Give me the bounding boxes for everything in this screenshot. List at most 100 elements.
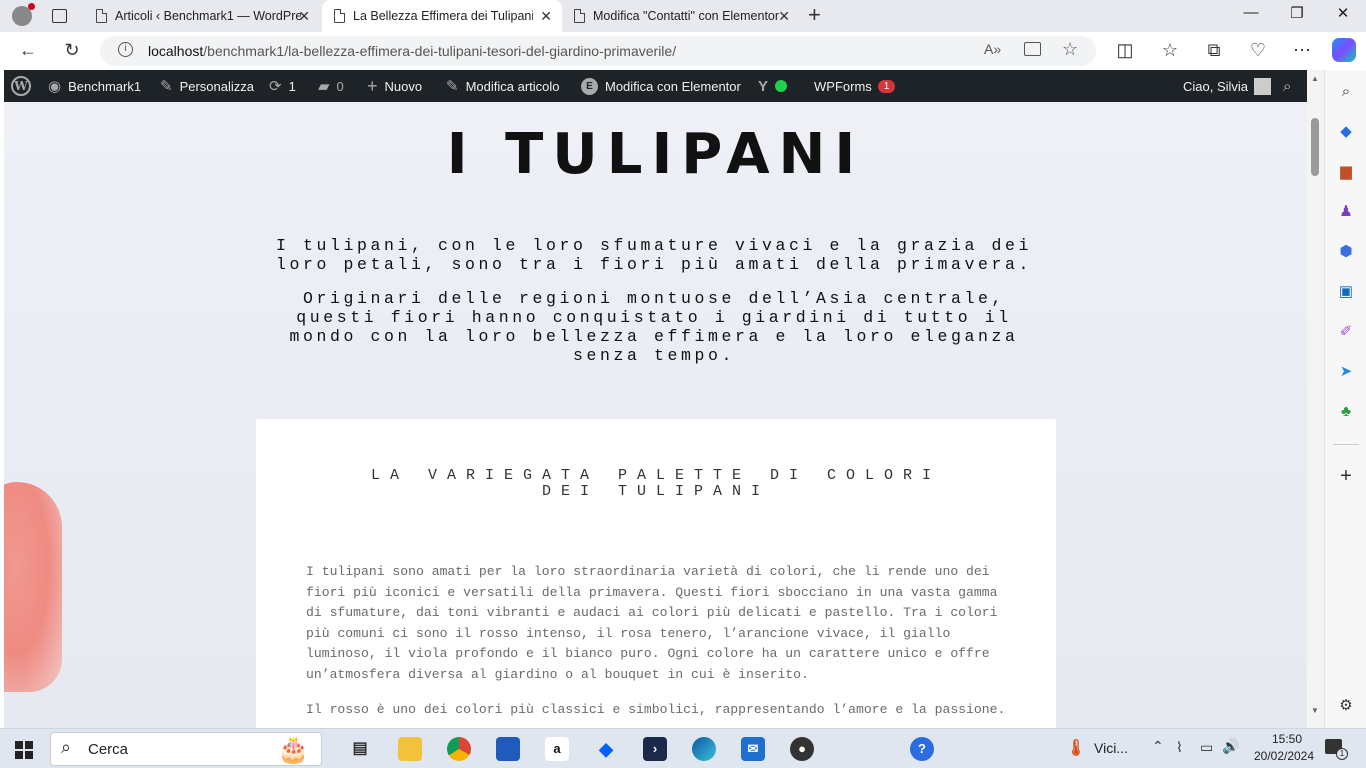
amazon-icon[interactable]: a — [545, 737, 569, 761]
updates-icon: ⟳ — [269, 78, 282, 95]
colors-paragraph: I tulipani sono amati per la loro straor… — [306, 564, 998, 682]
wp-site-name[interactable]: ◉ Benchmark1 — [48, 70, 141, 102]
tab-contatti[interactable]: Modifica "Contatti" con Elementor ✕ — [562, 0, 800, 32]
close-tab-icon[interactable]: ✕ — [298, 8, 310, 25]
wp-wpforms[interactable]: WPForms 1 — [814, 70, 896, 102]
games-icon[interactable]: ♟ — [1336, 202, 1356, 222]
help-icon[interactable]: ? — [910, 737, 934, 761]
close-tab-icon[interactable]: ✕ — [540, 8, 552, 25]
split-screen-icon[interactable]: ◫ — [1113, 40, 1137, 61]
wp-edit-elementor[interactable]: E Modifica con Elementor — [581, 70, 741, 102]
tab-actions-icon[interactable] — [52, 9, 67, 23]
outlook-icon[interactable]: ▣ — [1336, 282, 1356, 302]
send-icon[interactable]: ➤ — [1336, 362, 1356, 382]
scroll-down-icon[interactable]: ▼ — [1311, 706, 1319, 715]
close-tab-icon[interactable]: ✕ — [778, 8, 790, 25]
page-icon — [334, 9, 345, 23]
page-title: I TULIPANI — [446, 122, 865, 187]
search-icon: ⌕ — [61, 737, 72, 757]
battery-icon[interactable]: ▭ — [1200, 739, 1213, 756]
brush-icon: ✎ — [160, 78, 173, 95]
store-icon[interactable] — [496, 737, 520, 761]
page-scrollbar[interactable]: ▲ ▼ — [1307, 70, 1324, 728]
cake-icon: 🎂 — [277, 734, 310, 764]
weather-icon[interactable]: 🌡 — [1064, 737, 1088, 761]
settings-gear-icon[interactable]: ⚙ — [1336, 696, 1356, 716]
copilot-icon[interactable] — [1332, 38, 1356, 62]
restore-icon[interactable]: ❐ — [1282, 4, 1312, 22]
collections-icon[interactable]: ⧉ — [1202, 40, 1226, 61]
tools-icon[interactable]: ▆ — [1336, 162, 1356, 182]
favorites-icon[interactable]: ☆ — [1158, 40, 1182, 61]
shopping-tag-icon[interactable]: ◆ — [1336, 122, 1356, 142]
page-icon — [574, 9, 585, 23]
powershell-icon[interactable]: › — [643, 737, 667, 761]
tab-articoli[interactable]: Articoli ‹ Benchmark1 — WordPress ✕ — [84, 0, 320, 32]
yoast-icon: Y — [758, 77, 769, 95]
read-aloud-icon[interactable]: A» — [984, 41, 1001, 57]
windows-taskbar: ⌕ Cerca 🎂 ▤ a ◆ › ✉ ● ? 🌡 Vici... ⌃ ⌇ ▭ … — [0, 728, 1366, 768]
elementor-icon: E — [581, 77, 598, 95]
plus-icon: + — [367, 75, 378, 96]
origin-paragraph: Originari delle regioni montuose dell’As… — [289, 289, 1019, 365]
mail-icon[interactable]: ✉ — [741, 737, 765, 761]
volume-icon[interactable]: 🔊 — [1222, 738, 1239, 755]
back-icon[interactable]: ← — [16, 40, 40, 61]
minimize-icon[interactable]: — — [1236, 4, 1266, 21]
wp-updates[interactable]: ⟳ 1 — [269, 70, 296, 102]
app-available-icon[interactable] — [1024, 42, 1041, 56]
wp-yoast[interactable]: Y — [758, 70, 788, 102]
comment-icon: ▰ — [318, 78, 330, 95]
wp-comments[interactable]: ▰ 0 — [318, 70, 344, 102]
reload-icon[interactable]: ↻ — [60, 40, 84, 61]
wp-account[interactable]: Ciao, Silvia — [1183, 70, 1272, 102]
address-bar[interactable]: i localhost/benchmark1/la-bellezza-effim… — [100, 36, 1096, 66]
search-icon[interactable]: ⌕ — [1336, 82, 1356, 102]
intro-paragraph: I tulipani, con le loro sfumature vivaci… — [275, 236, 1033, 274]
info-icon[interactable]: i — [118, 42, 133, 57]
scroll-up-icon[interactable]: ▲ — [1311, 74, 1319, 83]
notification-badge: 1 — [877, 79, 896, 93]
tab-tulipani[interactable]: La Bellezza Effimera dei Tulipani ✕ — [322, 0, 562, 32]
wp-search-icon[interactable]: ⌕ — [1283, 70, 1291, 102]
performance-icon[interactable]: ♡ — [1246, 40, 1270, 61]
network-icon[interactable]: ⌇ — [1176, 739, 1183, 756]
chrome-icon[interactable] — [447, 737, 471, 761]
dashboard-icon: ◉ — [48, 78, 62, 95]
show-hidden-icons[interactable]: ⌃ — [1152, 738, 1164, 755]
notification-center-icon[interactable]: 1 — [1325, 739, 1348, 760]
wp-admin-bar: W ◉ Benchmark1 ✎ Personalizza ⟳ 1 ▰ 0 + Nuovo… — [4, 70, 1307, 102]
url-text: localhost/benchmark1/la-bellezza-effimer… — [148, 43, 677, 59]
wp-new[interactable]: + Nuovo — [367, 70, 422, 102]
office-icon[interactable]: ⬢ — [1336, 242, 1356, 262]
sidebar-divider — [1333, 444, 1359, 445]
add-icon[interactable]: + — [1336, 466, 1356, 486]
tab-bar: Articoli ‹ Benchmark1 — WordPress ✕ La B… — [0, 0, 1366, 32]
pencil-icon: ✎ — [446, 78, 459, 95]
edge-sidebar: ⌕ ◆ ▆ ♟ ⬢ ▣ ✐ ➤ ♣ + ⚙ — [1324, 70, 1366, 728]
window-close-icon[interactable]: ✕ — [1328, 4, 1358, 22]
profile-icon[interactable] — [12, 3, 35, 26]
new-tab-icon[interactable]: + — [808, 2, 821, 28]
status-dot-icon — [775, 80, 788, 92]
wp-edit-post[interactable]: ✎ Modifica articolo — [446, 70, 560, 102]
designer-icon[interactable]: ✐ — [1336, 322, 1356, 342]
content-card: LA VARIEGATA PALETTE DI COLORI DEI TULIP… — [256, 419, 1056, 728]
avatar — [1254, 77, 1272, 95]
taskbar-search[interactable]: ⌕ Cerca 🎂 — [50, 732, 322, 766]
tulip-background-image — [4, 482, 62, 692]
favorite-star-icon[interactable]: ☆ — [1062, 39, 1078, 60]
scrollbar-thumb[interactable] — [1311, 118, 1319, 176]
more-menu-icon[interactable]: ⋯ — [1290, 40, 1314, 61]
windows-start-icon[interactable] — [15, 741, 33, 759]
edge-icon[interactable] — [692, 737, 716, 761]
wp-customize[interactable]: ✎ Personalizza — [160, 70, 254, 102]
wp-logo-icon[interactable]: W — [11, 70, 31, 102]
dropbox-icon[interactable]: ◆ — [594, 737, 618, 761]
red-paragraph: Il rosso è uno dei colori più classici e… — [306, 702, 1006, 717]
file-explorer-icon[interactable] — [398, 737, 422, 761]
page-icon — [96, 9, 107, 23]
task-view-icon[interactable]: ▤ — [348, 737, 372, 761]
github-icon[interactable]: ● — [790, 737, 814, 761]
tree-icon[interactable]: ♣ — [1336, 402, 1356, 422]
